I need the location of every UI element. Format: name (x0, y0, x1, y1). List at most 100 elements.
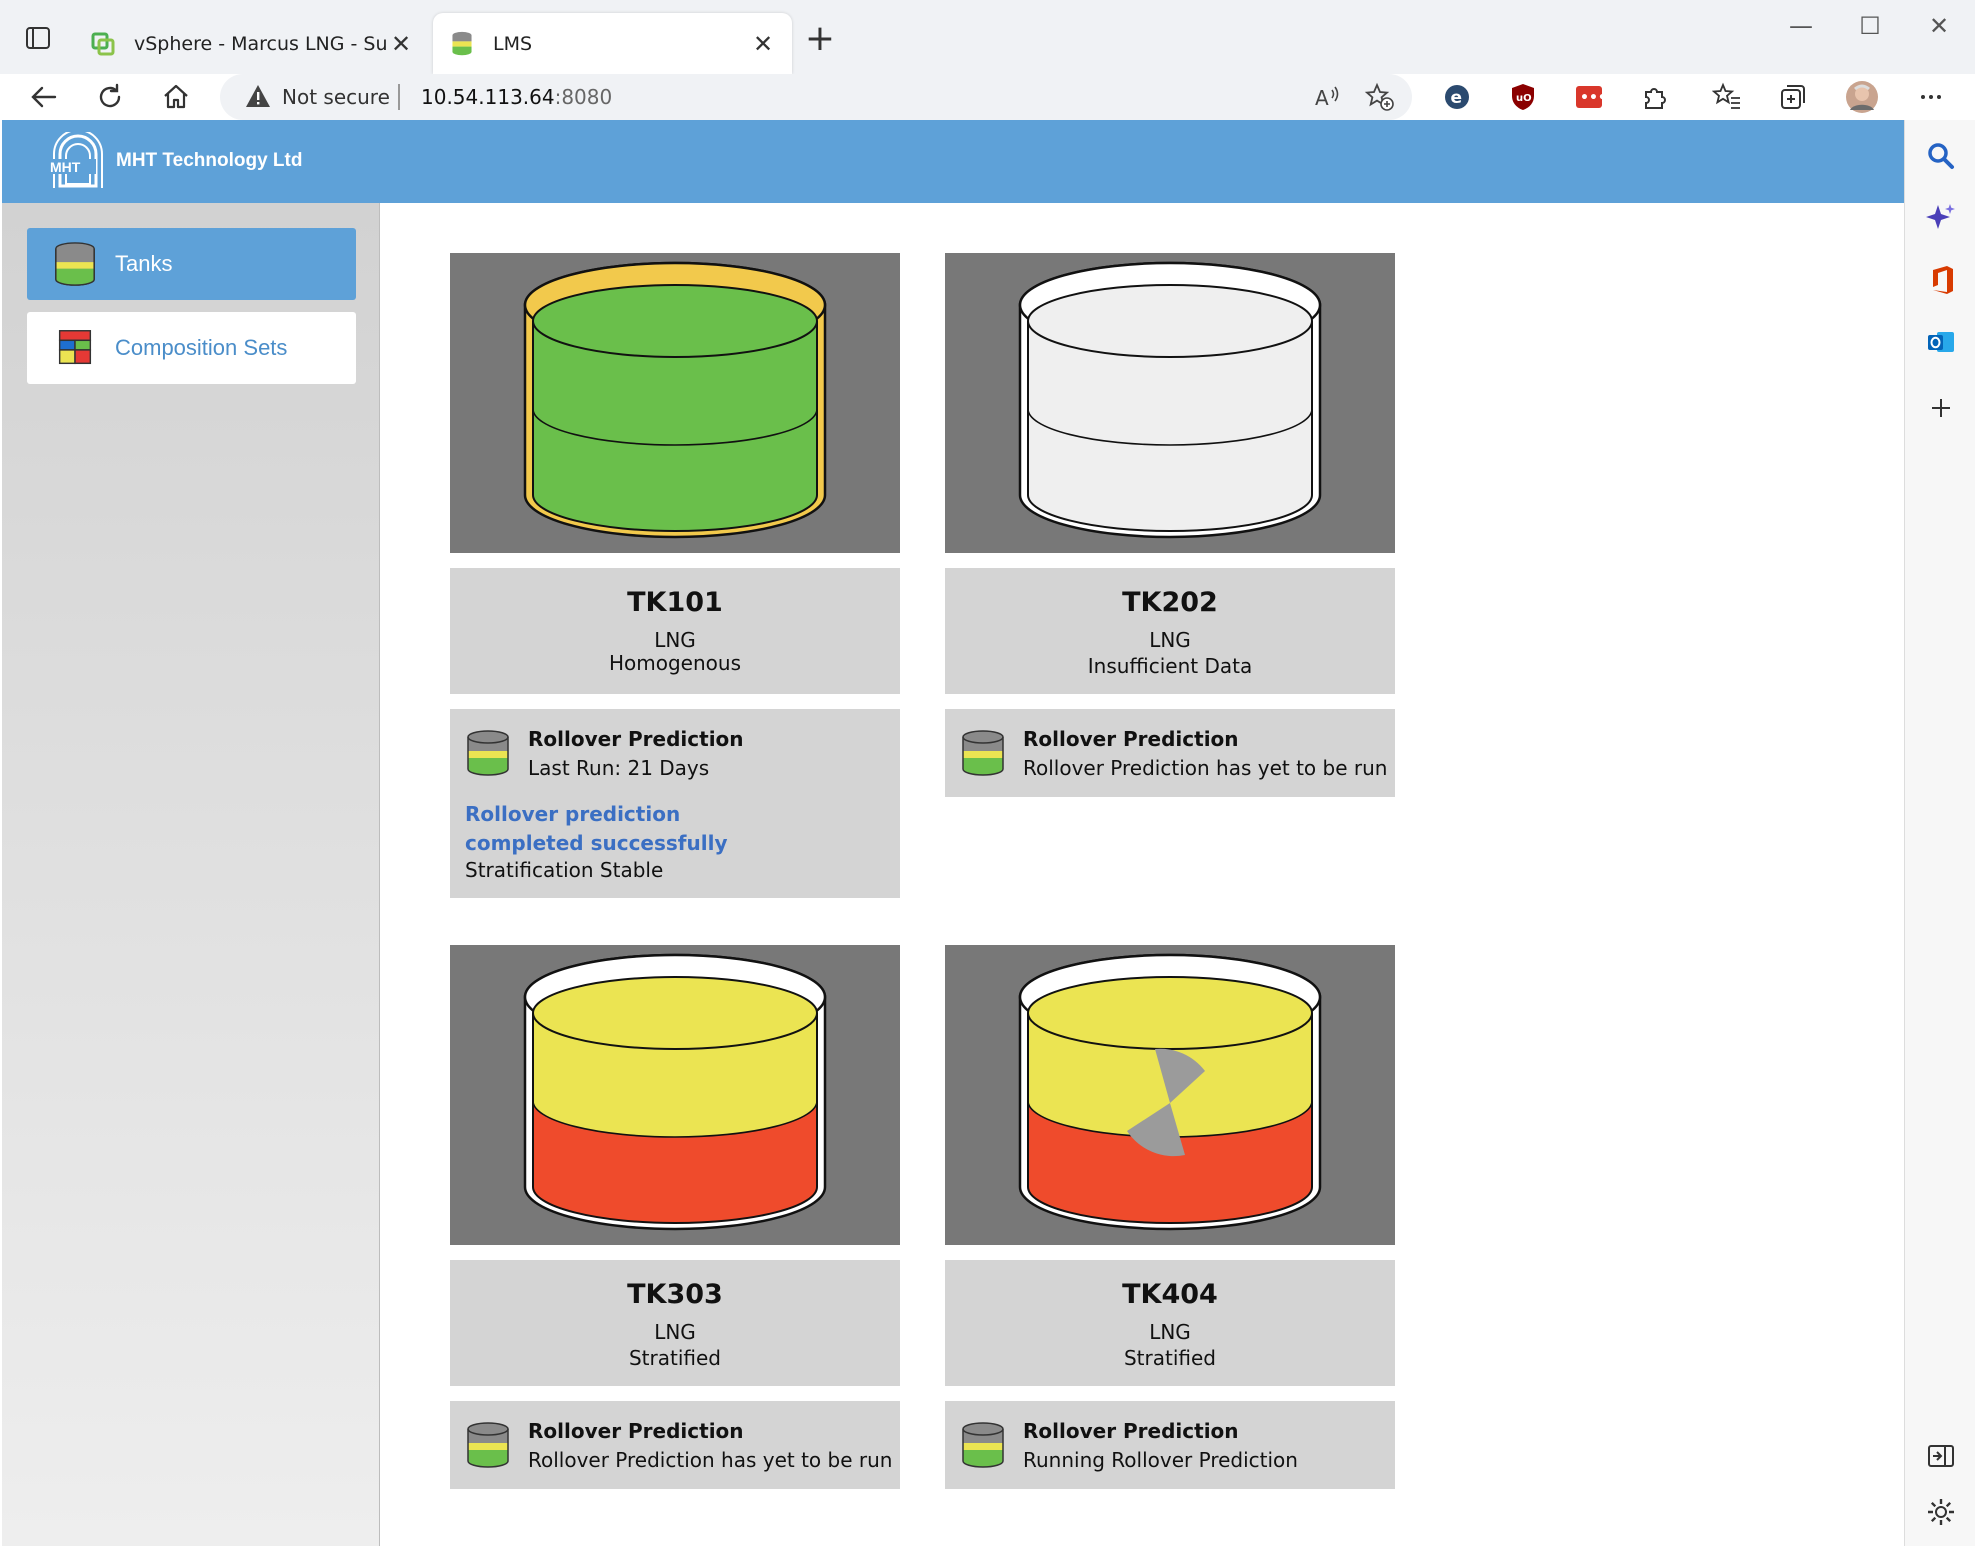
back-button[interactable] (22, 74, 66, 120)
security-label[interactable]: Not secure (282, 85, 390, 109)
refresh-button[interactable] (88, 74, 132, 120)
rollover-prediction-panel[interactable]: Rollover Prediction Rollover Prediction … (945, 709, 1395, 797)
address-bar[interactable]: Not secure 10.54.113.64:8080 A (220, 74, 1412, 120)
prediction-status: Rollover Prediction has yet to be run (1023, 756, 1388, 780)
sidebar-item-tanks[interactable]: Tanks (27, 228, 356, 300)
back-arrow-icon (31, 86, 57, 108)
prediction-status: Rollover Prediction has yet to be run (528, 1448, 893, 1472)
tank-name: TK101 (627, 587, 723, 618)
warning-icon[interactable] (244, 82, 272, 110)
password-manager-icon[interactable]: ••• (1572, 80, 1606, 114)
tab-actions-icon[interactable] (22, 22, 54, 54)
tank-icon (467, 730, 509, 776)
tank-liquid-surface (1027, 284, 1313, 358)
tank-grid: TK101 LNG Homogenous Rollover Prediction… (380, 203, 1904, 1546)
tab-close-icon[interactable]: ✕ (388, 30, 414, 58)
search-icon[interactable] (1925, 140, 1957, 172)
favorites-icon[interactable] (1710, 80, 1744, 114)
maximize-icon[interactable]: ☐ (1850, 12, 1890, 40)
app-sidebar: Tanks Composition Sets (2, 203, 380, 1546)
prediction-detail: Stratification Stable (465, 858, 664, 882)
collections-icon[interactable] (1776, 80, 1810, 114)
url-separator (398, 84, 400, 110)
url-text[interactable]: 10.54.113.64:8080 (421, 85, 612, 109)
url-host: 10.54.113.64 (421, 85, 555, 109)
svg-text:•••: ••• (1580, 90, 1604, 106)
tank-image[interactable] (945, 253, 1395, 553)
add-favorite-icon[interactable] (1364, 82, 1394, 112)
tank-liquid-surface (1027, 976, 1313, 1050)
svg-text:uO: uO (1516, 93, 1532, 104)
outlook-icon[interactable] (1925, 326, 1957, 358)
app-header: MHT MHT Technology Ltd (2, 120, 1904, 203)
tank-icon (55, 242, 95, 286)
prediction-title: Rollover Prediction (528, 727, 744, 751)
tank-icon (467, 1422, 509, 1468)
tab-vsphere[interactable]: vSphere - Marcus LNG - Summar ✕ (74, 13, 430, 74)
tank-liquid-surface (532, 284, 818, 358)
tab-close-icon[interactable]: ✕ (750, 30, 776, 58)
hide-sidebar-icon[interactable] (1925, 1440, 1957, 1472)
rollover-prediction-panel[interactable]: Rollover Prediction Running Rollover Pre… (945, 1401, 1395, 1489)
home-icon (164, 84, 188, 109)
tank-liquid-surface (532, 976, 818, 1050)
tank-status: Insufficient Data (1087, 654, 1253, 678)
composition-sets-icon (58, 330, 92, 365)
svg-text:MHT: MHT (50, 159, 81, 175)
mht-logo: MHT (48, 132, 103, 188)
tank-illustration (523, 261, 827, 539)
tab-lms[interactable]: LMS ✕ (433, 13, 792, 74)
tank-status: Stratified (628, 1346, 721, 1370)
read-aloud-icon[interactable]: A (1312, 82, 1342, 112)
prediction-status: Running Rollover Prediction (1023, 1448, 1298, 1472)
tank-image[interactable] (945, 945, 1395, 1245)
extensions-puzzle-icon[interactable] (1638, 80, 1672, 114)
tank-info: TK101 LNG Homogenous (450, 568, 900, 694)
home-button[interactable] (154, 74, 198, 120)
copilot-sparkle-icon[interactable] (1925, 202, 1957, 234)
tank-type: LNG (654, 1320, 696, 1344)
svg-text:A: A (1315, 86, 1329, 110)
new-tab-button[interactable]: + (800, 18, 840, 59)
url-port: :8080 (554, 85, 613, 109)
prediction-result-link[interactable]: Rollover prediction completed successful… (465, 800, 805, 858)
tank-image[interactable] (450, 253, 900, 553)
tank-info: TK202 LNG Insufficient Data (945, 568, 1395, 694)
lms-favicon-icon (452, 31, 472, 55)
add-sidebar-app-icon[interactable] (1925, 392, 1957, 424)
tank-type: LNG (1149, 1320, 1191, 1344)
prediction-title: Rollover Prediction (1023, 727, 1239, 751)
tank-illustration (1018, 261, 1322, 539)
profile-avatar[interactable] (1845, 80, 1879, 114)
sidebar-item-composition-sets[interactable]: Composition Sets (27, 312, 356, 384)
tank-icon (962, 730, 1004, 776)
close-window-icon[interactable]: ✕ (1919, 12, 1959, 40)
ublock-shield-icon[interactable]: uO (1506, 80, 1540, 114)
minimize-icon[interactable]: — (1781, 12, 1821, 40)
tank-illustration (523, 953, 827, 1231)
tank-icon (962, 1422, 1004, 1468)
sidebar-item-label: Composition Sets (115, 335, 288, 360)
tank-status: Homogenous (608, 651, 741, 675)
vsphere-favicon-icon (91, 32, 115, 55)
settings-more-icon[interactable] (1914, 80, 1948, 114)
prediction-title: Rollover Prediction (1023, 1419, 1239, 1443)
rollover-prediction-panel[interactable]: Rollover Prediction Last Run: 21 Days Ro… (450, 709, 900, 898)
tab-title: vSphere - Marcus LNG - Summar (134, 32, 388, 55)
tank-name: TK303 (627, 1279, 723, 1310)
browser-tab-bar: vSphere - Marcus LNG - Summar ✕ LMS ✕ + … (0, 0, 1975, 74)
sidebar-settings-gear-icon[interactable] (1925, 1496, 1957, 1528)
rollover-prediction-panel[interactable]: Rollover Prediction Rollover Prediction … (450, 1401, 900, 1489)
sidebar-item-label: Tanks (115, 251, 173, 276)
tank-info: TK303 LNG Stratified (450, 1260, 900, 1386)
tank-image[interactable] (450, 945, 900, 1245)
office-icon[interactable] (1925, 264, 1957, 296)
tank-name: TK404 (1122, 1279, 1218, 1310)
extension-e-icon[interactable]: e (1440, 80, 1474, 114)
tank-name: TK202 (1122, 587, 1218, 618)
tank-type: LNG (654, 628, 696, 652)
prediction-title: Rollover Prediction (528, 1419, 744, 1443)
prediction-last-run: Last Run: 21 Days (528, 756, 710, 780)
refresh-icon (99, 83, 121, 108)
browser-sidebar (1904, 120, 1975, 1546)
